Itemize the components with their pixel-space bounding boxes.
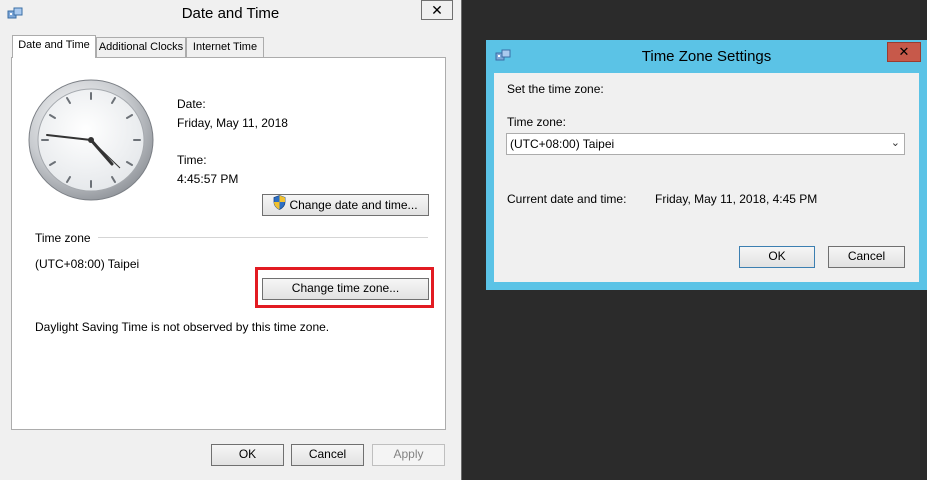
timezone-value: (UTC+08:00) Taipei: [35, 257, 140, 271]
cancel-button[interactable]: Cancel: [291, 444, 364, 466]
chevron-down-icon: ⌄: [890, 137, 900, 149]
time-value: 4:45:57 PM: [177, 172, 239, 186]
analog-clock-icon: [27, 78, 157, 206]
time-label: Time:: [177, 153, 207, 167]
timezone-section-label: Time zone: [35, 231, 91, 245]
date-time-window: Date and Time ✕ Date and Time Additional…: [0, 0, 462, 480]
tab-internet-time[interactable]: Internet Time: [186, 37, 264, 57]
highlight-box: [255, 267, 434, 308]
timezone-dropdown-value: (UTC+08:00) Taipei: [510, 137, 615, 151]
tab-additional-clocks[interactable]: Additional Clocks: [96, 37, 186, 57]
current-datetime-value: Friday, May 11, 2018, 4:45 PM: [655, 192, 818, 206]
set-timezone-label: Set the time zone:: [507, 82, 604, 96]
title-bar[interactable]: Date and Time ✕: [0, 0, 461, 30]
time-zone-settings-window: Time Zone Settings ✕ Set the time zone: …: [486, 40, 927, 290]
close-icon[interactable]: ✕: [887, 42, 921, 62]
ok-button[interactable]: OK: [739, 246, 815, 268]
apply-button[interactable]: Apply: [372, 444, 445, 466]
close-icon[interactable]: ✕: [421, 0, 453, 20]
shield-icon: [273, 195, 286, 216]
current-datetime-label: Current date and time:: [507, 192, 627, 206]
dialog-body: Set the time zone: Time zone: (UTC+08:00…: [494, 73, 919, 282]
date-label: Date:: [177, 97, 206, 111]
dst-notice: Daylight Saving Time is not observed by …: [35, 320, 330, 334]
cancel-button[interactable]: Cancel: [828, 246, 905, 268]
date-value: Friday, May 11, 2018: [177, 116, 288, 130]
ok-button[interactable]: OK: [211, 444, 284, 466]
window-title: Date and Time: [181, 5, 280, 22]
timezone-dropdown[interactable]: (UTC+08:00) Taipei ⌄: [506, 133, 905, 155]
window-title: Time Zone Settings: [641, 48, 772, 65]
tab-date-and-time[interactable]: Date and Time: [12, 35, 96, 58]
change-date-time-label: Change date and time...: [289, 198, 418, 212]
section-divider: [98, 237, 428, 238]
timezone-field-label: Time zone:: [507, 115, 566, 129]
change-date-time-button[interactable]: Change date and time...: [262, 194, 429, 216]
